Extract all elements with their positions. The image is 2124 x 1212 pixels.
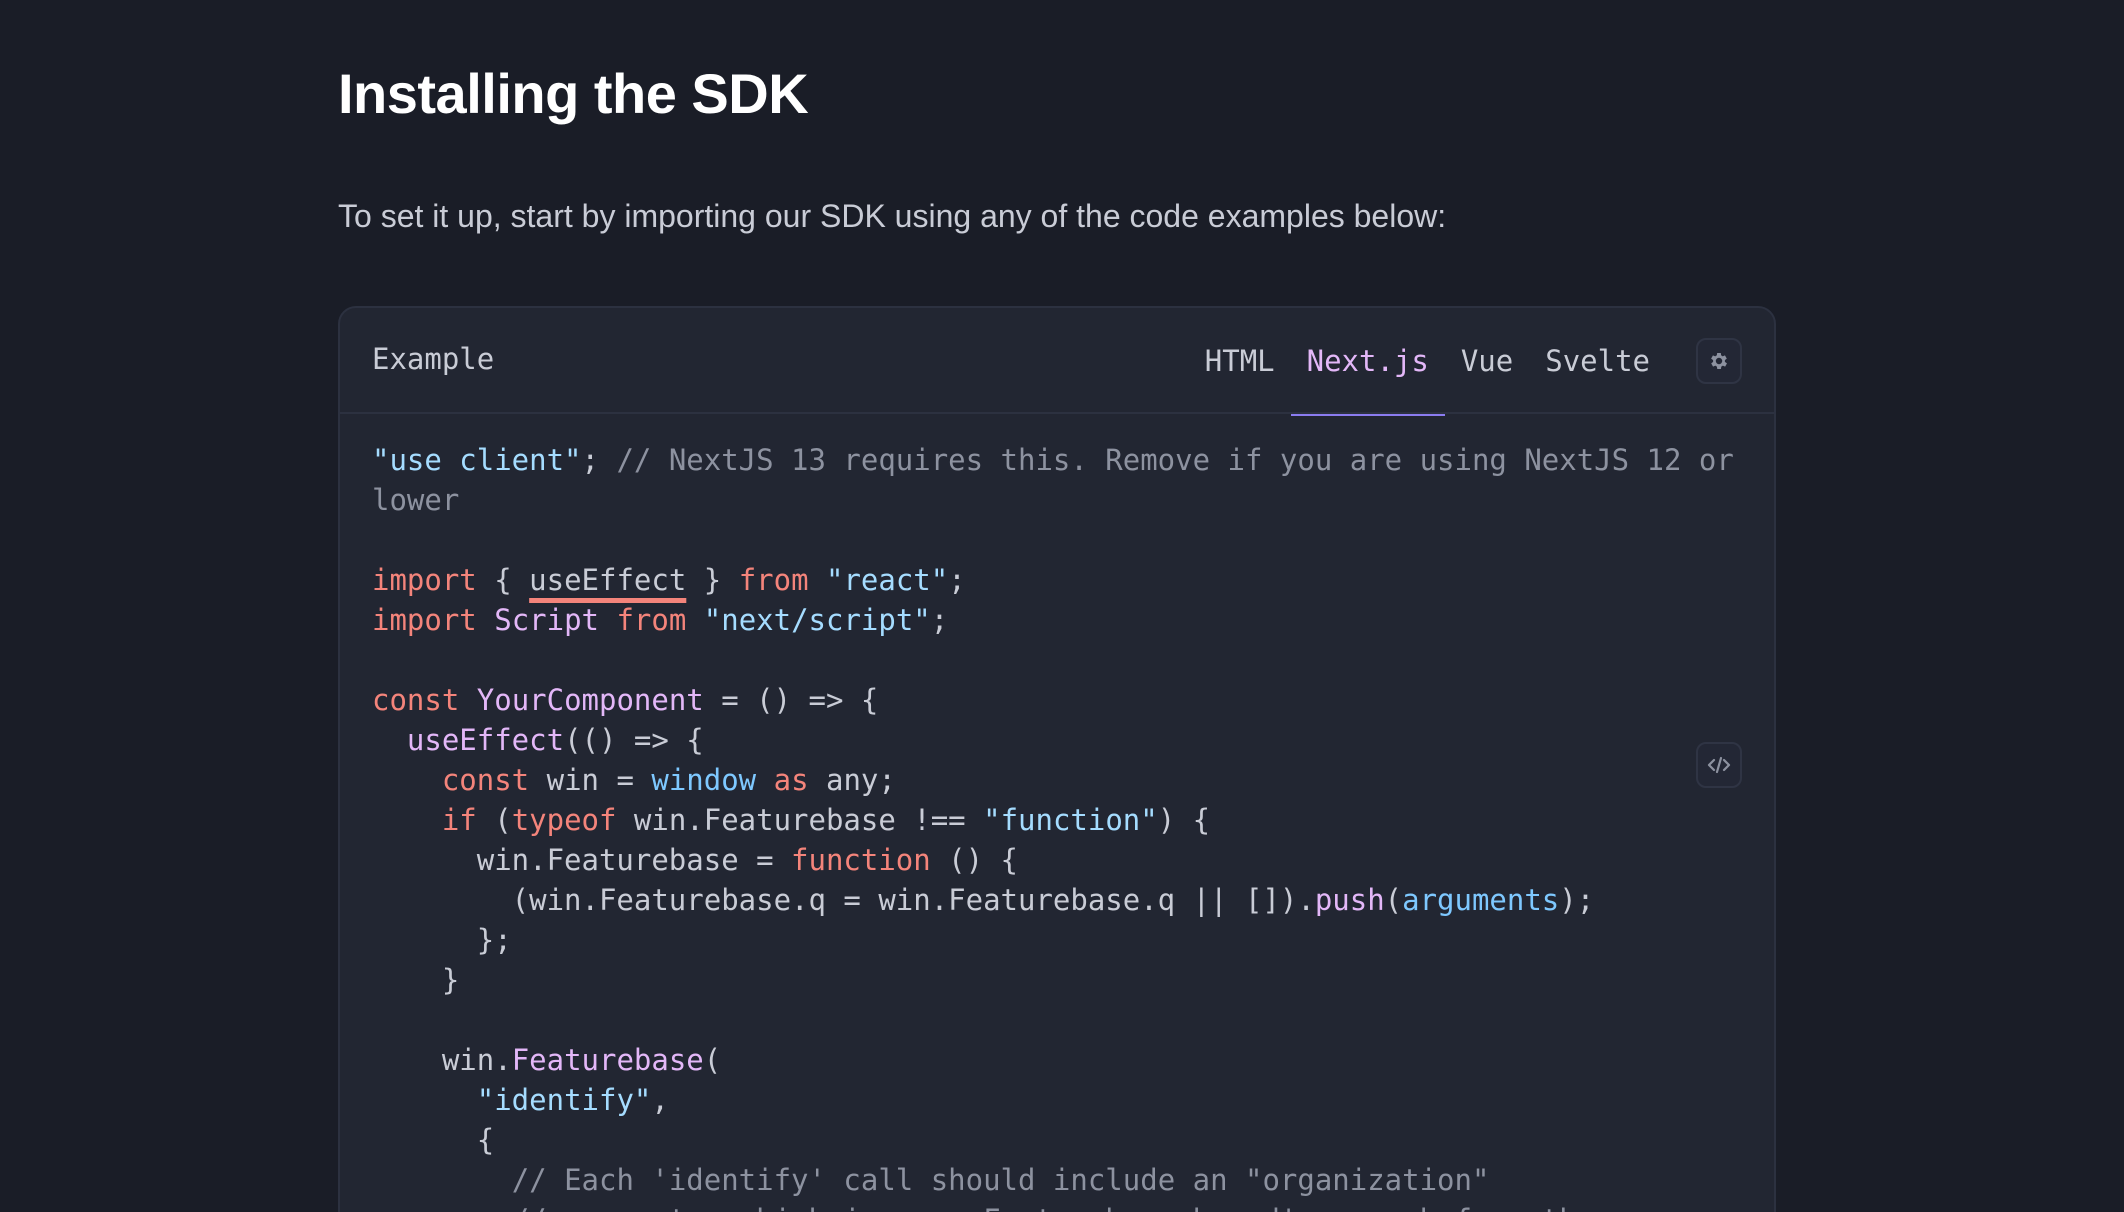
code-token: ( <box>703 1043 722 1077</box>
code-token: } <box>686 563 739 597</box>
code-token: ); <box>1559 883 1595 917</box>
code-line: win.Featurebase( <box>372 1040 1694 1080</box>
code-token: YourComponent <box>476 683 704 717</box>
code-token: () { <box>930 843 1019 877</box>
code-panel-header: Example HTML Next.js Vue Svelte <box>340 308 1774 416</box>
code-line: import Script from "next/script"; <box>372 600 1694 640</box>
code-token-underlined: useEffect <box>529 563 687 597</box>
code-token: if <box>441 803 477 837</box>
code-line: win.Featurebase = function () { <box>372 840 1694 880</box>
code-panel-title: Example <box>372 342 495 376</box>
code-token: ( <box>1384 883 1403 917</box>
code-comment: // property, which is your Featurebase b… <box>512 1203 1595 1212</box>
code-icon <box>1707 756 1731 774</box>
code-token: ; <box>948 563 966 597</box>
code-line: import { useEffect } from "react"; <box>372 560 1694 600</box>
code-token: import <box>372 603 477 637</box>
code-block: "use client"; // NextJS 13 requires this… <box>372 440 1734 1212</box>
code-token: window <box>651 763 757 797</box>
code-token: win = <box>529 763 652 797</box>
code-token: { <box>476 563 530 597</box>
code-line: // Each 'identify' call should include a… <box>372 1160 1694 1200</box>
code-token: const <box>441 763 530 797</box>
code-token: ; <box>581 443 617 477</box>
code-token: typeof <box>511 803 617 837</box>
code-line: const YourComponent = () => { <box>372 680 1694 720</box>
code-token: = () => { <box>703 683 879 717</box>
intro-text: To set it up, start by importing our SDK… <box>338 198 1447 234</box>
code-token: (() => { <box>564 723 704 757</box>
code-token: ; <box>930 603 949 637</box>
code-token: "function" <box>983 803 1158 837</box>
code-comment: // NextJS 13 requires this. Remove if yo… <box>616 443 1734 477</box>
code-token: "use client" <box>372 443 582 477</box>
code-token: win.Featurebase !== <box>616 803 984 837</box>
code-token: as <box>773 763 809 797</box>
tab-svelte[interactable]: Svelte <box>1529 308 1666 414</box>
gear-icon <box>1711 353 1727 369</box>
code-token: useEffect <box>406 723 565 757</box>
code-token: Script <box>494 603 599 637</box>
code-token: , <box>651 1083 669 1117</box>
code-token: from <box>616 603 687 637</box>
code-line: const win = window as any; <box>372 760 1694 800</box>
tab-vue[interactable]: Vue <box>1445 308 1529 414</box>
code-token: (win.Featurebase.q = win.Featurebase.q |… <box>372 883 1315 917</box>
code-token: ( <box>476 803 512 837</box>
tab-html[interactable]: HTML <box>1189 308 1291 414</box>
page-title: Installing the SDK <box>338 62 809 125</box>
code-token: Featurebase <box>511 1043 704 1077</box>
code-line: if (typeof win.Featurebase !== "function… <box>372 800 1694 840</box>
code-token: any; <box>808 763 896 797</box>
code-token: }; <box>372 923 512 957</box>
code-token: const <box>372 683 460 717</box>
code-token: import <box>372 563 477 597</box>
code-line: }; <box>372 920 1694 960</box>
code-token: push <box>1314 883 1385 917</box>
code-comment: lower <box>372 483 460 517</box>
code-line: "identify", <box>372 1080 1694 1120</box>
code-token: win. <box>372 1043 512 1077</box>
tab-nextjs[interactable]: Next.js <box>1290 308 1446 416</box>
code-token: arguments <box>1402 883 1560 917</box>
code-example-panel: Example HTML Next.js Vue Svelte "use cli… <box>338 306 1776 1212</box>
code-token: } <box>372 963 460 997</box>
code-token: function <box>791 843 931 877</box>
code-token: from <box>738 563 809 597</box>
view-code-button[interactable] <box>1696 742 1742 788</box>
framework-tabs: HTML Next.js Vue Svelte <box>1189 308 1666 416</box>
code-line: } <box>372 960 1694 1000</box>
code-line: "use client"; // NextJS 13 requires this… <box>372 440 1734 480</box>
code-line: { <box>372 1120 1694 1160</box>
code-token: { <box>372 1123 495 1157</box>
code-line: // property, which is your Featurebase b… <box>372 1200 1694 1212</box>
settings-button[interactable] <box>1696 338 1742 384</box>
code-line: useEffect(() => { <box>372 720 1694 760</box>
code-comment: // Each 'identify' call should include a… <box>511 1163 1490 1197</box>
code-token: ) { <box>1157 803 1211 837</box>
code-token: "react" <box>826 563 949 597</box>
code-line: lower <box>372 480 1694 520</box>
code-token: win.Featurebase = <box>372 843 792 877</box>
code-token: "next/script" <box>703 603 931 637</box>
code-line: (win.Featurebase.q = win.Featurebase.q |… <box>372 880 1694 920</box>
code-token: "identify" <box>476 1083 652 1117</box>
